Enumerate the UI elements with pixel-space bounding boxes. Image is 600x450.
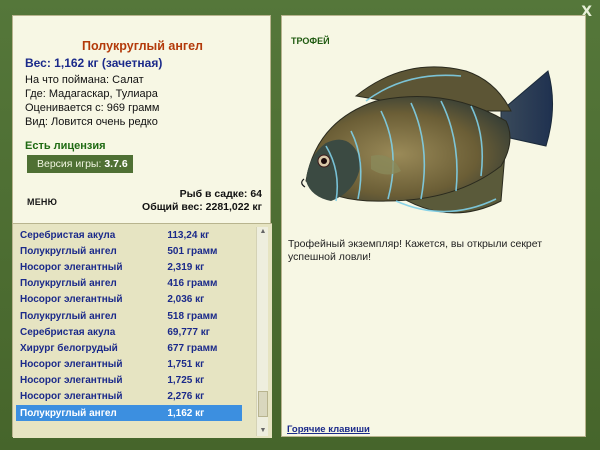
total-weight: Общий вес: 2281,022 кг <box>142 201 262 213</box>
catch-item-name: Полукруглый ангел <box>20 310 117 322</box>
catch-list-scrollbar[interactable]: ▲ ▼ <box>256 227 268 436</box>
version-badge: Версия игры: 3.7.6 <box>27 155 133 173</box>
trophy-description: Трофейный экземпляр! Кажется, вы открыли… <box>288 238 543 263</box>
license-status: Есть лицензия <box>25 140 106 152</box>
catch-item-weight: 1,725 кг <box>167 375 205 387</box>
catch-item-weight: 2,276 кг <box>167 391 205 403</box>
catch-item-name: Носорог элегантный <box>20 359 123 371</box>
catch-list-item[interactable]: Носорог элегантный 1,725 кг <box>16 373 242 389</box>
catch-item-name: Носорог элегантный <box>20 391 123 403</box>
catch-item-weight: 2,319 кг <box>167 261 205 273</box>
catch-list-item[interactable]: Полукруглый ангел 518 грамм <box>16 308 242 324</box>
catch-item-name: Носорог элегантный <box>20 261 123 273</box>
menu-button[interactable]: МЕНЮ <box>27 197 57 207</box>
catch-item-weight: 501 грамм <box>167 245 218 257</box>
fish-valued: Оценивается с: 969 грамм <box>25 102 160 114</box>
angelfish-image <box>301 66 554 214</box>
scroll-up-icon[interactable]: ▲ <box>257 227 269 237</box>
catch-item-name: Серебристая акула <box>20 326 116 338</box>
catch-list-item[interactable]: Носорог элегантный 2,276 кг <box>16 389 242 405</box>
catch-item-weight: 69,777 кг <box>167 326 210 338</box>
trophy-panel: ТРОФЕЙ Трофейный экземпляр! Кажется, вы … <box>281 15 586 437</box>
version-value: 3.7.6 <box>104 158 128 170</box>
fish-weight: Вес: 1,162 кг (зачетная) <box>25 56 163 70</box>
catch-item-weight: 113,24 кг <box>167 229 210 241</box>
catch-list-rows: Серебристая акула 113,24 кг Полукруглый ан… <box>16 227 242 422</box>
catch-item-name: Хирург белогрудый <box>20 342 118 354</box>
scroll-down-icon[interactable]: ▼ <box>257 426 269 436</box>
trophy-label: ТРОФЕЙ <box>291 36 330 46</box>
scroll-thumb[interactable] <box>258 391 268 417</box>
catch-list-item[interactable]: Носорог элегантный 2,319 кг <box>16 259 242 275</box>
catch-list-item[interactable]: Полукруглый ангел 1,162 кг <box>16 405 242 422</box>
catch-list-item[interactable]: Полукруглый ангел 501 грамм <box>16 243 242 259</box>
fish-rarity: Вид: Ловится очень редко <box>25 116 158 128</box>
fish-location: Где: Мадагаскар, Тулиара <box>25 88 158 100</box>
catch-item-name: Носорог элегантный <box>20 294 123 306</box>
fish-title: Полукруглый ангел <box>82 39 203 53</box>
catch-list: Серебристая акула 113,24 кг Полукруглый ан… <box>13 223 272 438</box>
catch-item-weight: 677 грамм <box>167 342 218 354</box>
catch-item-weight: 518 грамм <box>167 310 218 322</box>
catch-item-weight: 1,162 кг <box>167 407 205 419</box>
catch-list-item[interactable]: Серебристая акула 69,777 кг <box>16 324 242 340</box>
catch-list-item[interactable]: Хирург белогрудый 677 грамм <box>16 340 242 356</box>
catch-item-weight: 416 грамм <box>167 278 218 290</box>
catch-list-item[interactable]: Носорог элегантный 1,751 кг <box>16 357 242 373</box>
catch-list-item[interactable]: Полукруглый ангел 416 грамм <box>16 276 242 292</box>
hotkeys-link[interactable]: Горячие клавиши <box>287 424 370 435</box>
version-label: Версия игры: <box>37 158 102 170</box>
catch-item-name: Носорог элегантный <box>20 375 123 387</box>
catch-item-name: Полукруглый ангел <box>20 245 117 257</box>
catch-item-name: Полукруглый ангел <box>20 407 117 419</box>
fish-in-tank: Рыб в садке: 64 <box>179 188 262 200</box>
fish-info-panel: Полукруглый ангел Вес: 1,162 кг (зачетна… <box>12 15 272 438</box>
catch-list-item[interactable]: Носорог элегантный 2,036 кг <box>16 292 242 308</box>
catch-item-weight: 2,036 кг <box>167 294 205 306</box>
catch-summary: Рыб в садке: 64 Общий вес: 2281,022 кг <box>142 188 262 214</box>
catch-item-name: Полукруглый ангел <box>20 278 117 290</box>
fish-bait: На что поймана: Салат <box>25 74 144 86</box>
catch-item-weight: 1,751 кг <box>167 359 205 371</box>
catch-item-name: Серебристая акула <box>20 229 116 241</box>
catch-list-item[interactable]: Серебристая акула 113,24 кг <box>16 227 242 243</box>
